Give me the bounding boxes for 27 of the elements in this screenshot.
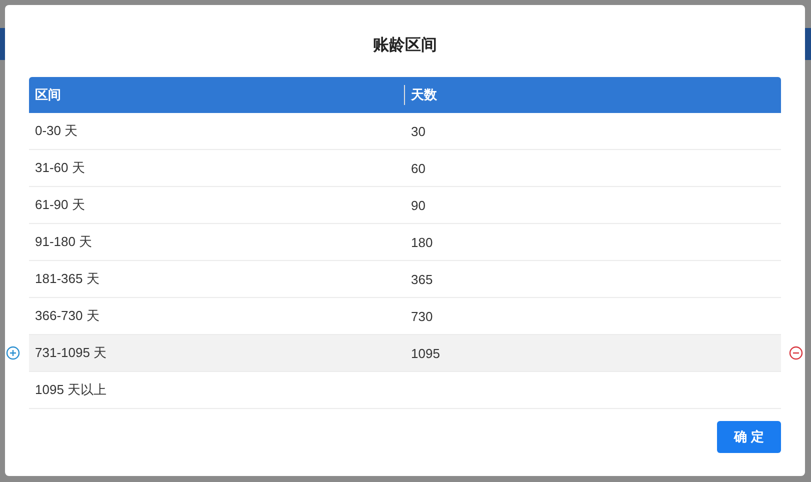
table-cell-text: 90 — [410, 198, 426, 212]
table-cell-text: 365 — [410, 272, 434, 286]
table-cell-text: 180 — [410, 234, 434, 250]
table-cell-text: 1095 天以上 — [34, 381, 108, 399]
add-row-icon[interactable] — [6, 346, 20, 360]
table-cell-text: 731-1095 天 — [34, 344, 108, 362]
table-cell-text: 61-90 天 — [34, 196, 86, 214]
table-cell-text: 181-365 天 — [34, 270, 100, 288]
table-row[interactable]: 31-60 天 60 — [29, 150, 781, 187]
table-row[interactable]: 0-30 天 30 — [29, 113, 781, 150]
column-header: 区间 — [34, 86, 62, 104]
table-row[interactable]: 91-180 天 180 — [29, 224, 781, 261]
dialog-title: 账龄区间 — [372, 36, 438, 56]
table-cell-text: 366-730 天 — [34, 307, 100, 325]
column-header: 天数 — [404, 85, 781, 105]
table-cell-text: 1095 — [410, 346, 441, 360]
table-row[interactable]: 1095 天以上 — [29, 372, 781, 409]
table-cell-text: 91-180 天 — [34, 233, 94, 251]
confirm-button[interactable]: 确 定 — [717, 421, 781, 453]
remove-row-icon[interactable] — [789, 346, 803, 360]
table-cell-text: 30 — [410, 124, 426, 138]
table-cell-text: 0-30 天 — [34, 122, 79, 140]
table-cell-text: 730 — [410, 308, 434, 324]
table-row[interactable]: 61-90 天 90 — [29, 187, 781, 224]
table-cell-text: 31-60 天 — [34, 159, 86, 177]
table-row[interactable]: 181-365 天 365 — [29, 261, 781, 298]
table-cell-text: 60 — [410, 160, 426, 176]
